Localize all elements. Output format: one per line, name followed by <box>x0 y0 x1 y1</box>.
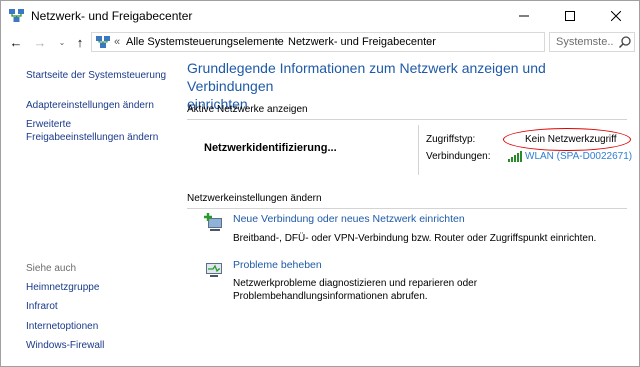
forward-button[interactable]: → <box>31 33 49 51</box>
setup-new-connection-description: Breitband-, DFÜ- oder VPN-Verbindung bzw… <box>233 233 597 244</box>
change-adapter-settings-link[interactable]: Adaptereinstellungen ändern <box>26 99 154 112</box>
navigation-bar: ← → ⌄ ↑ « Alle Systemsteuerungselemente … <box>1 31 639 53</box>
wlan-connection-link[interactable]: WLAN (SPA-D0022671) <box>525 151 632 162</box>
active-networks-heading: Aktive Netzwerke anzeigen <box>187 104 308 115</box>
setup-new-connection-link[interactable]: Neue Verbindung oder neues Netzwerk einr… <box>233 213 465 225</box>
troubleshoot-description-line2: Problembehandlungsinformationen abrufen. <box>233 291 428 302</box>
breadcrumb-separator-icon[interactable]: › <box>275 36 278 47</box>
windows-firewall-link[interactable]: Windows-Firewall <box>26 339 104 352</box>
search-placeholder: Systemste... <box>556 36 614 48</box>
network-info-divider <box>418 125 419 175</box>
up-button[interactable]: ↑ <box>71 33 89 51</box>
advanced-sharing-settings-link[interactable]: Erweiterte <box>26 118 71 131</box>
control-panel-icon <box>96 36 110 48</box>
advanced-sharing-settings-link-line2[interactable]: Freigabeeinstellungen ändern <box>26 131 158 144</box>
network-center-icon <box>9 9 24 22</box>
minimize-button[interactable] <box>501 1 547 31</box>
breadcrumb-separator-icon[interactable]: › <box>429 36 432 47</box>
network-name: Netzwerkidentifizierung... <box>204 142 337 154</box>
infrared-link[interactable]: Infrarot <box>26 300 58 313</box>
back-arrow-icon: ← <box>9 34 23 50</box>
up-arrow-icon: ↑ <box>76 34 84 50</box>
window-title: Netzwerk- und Freigabecenter <box>31 9 193 23</box>
internet-options-link[interactable]: Internetoptionen <box>26 320 98 333</box>
troubleshoot-link[interactable]: Probleme beheben <box>233 259 322 271</box>
back-button[interactable]: ← <box>7 33 25 51</box>
recent-locations-button[interactable]: ⌄ <box>53 33 71 51</box>
chevron-down-icon: ⌄ <box>58 37 66 47</box>
overflow-chevron-icon[interactable]: « <box>114 36 120 48</box>
title-bar: Netzwerk- und Freigabecenter <box>1 1 639 31</box>
breadcrumb-all-control-panel-items[interactable]: Alle Systemsteuerungselemente <box>126 36 284 48</box>
close-icon <box>611 11 621 21</box>
address-bar[interactable]: « Alle Systemsteuerungselemente › Netzwe… <box>91 32 630 52</box>
forward-arrow-icon: → <box>33 34 47 50</box>
section-divider <box>187 208 627 209</box>
homegroup-link[interactable]: Heimnetzgruppe <box>26 281 99 294</box>
search-input[interactable]: Systemste... <box>549 32 635 52</box>
change-settings-heading: Netzwerkeinstellungen ändern <box>187 193 322 204</box>
minimize-icon <box>519 15 529 17</box>
wifi-signal-icon <box>508 151 522 162</box>
search-icon <box>618 36 631 49</box>
see-also-heading: Siehe auch <box>26 263 77 274</box>
page-title-line1: Grundlegende Informationen zum Netzwerk … <box>187 60 546 94</box>
breadcrumb-network-center[interactable]: Netzwerk- und Freigabecenter <box>288 36 436 48</box>
troubleshoot-icon <box>206 263 222 277</box>
maximize-button[interactable] <box>547 1 593 31</box>
connections-label: Verbindungen: <box>426 151 491 162</box>
highlight-oval <box>503 128 631 151</box>
maximize-icon <box>565 11 575 21</box>
control-panel-home-link[interactable]: Startseite der Systemsteuerung <box>26 69 166 82</box>
window: Netzwerk- und Freigabecenter ← → ⌄ ↑ « A… <box>0 0 640 367</box>
access-type-label: Zugriffstyp: <box>426 134 476 145</box>
troubleshoot-description-line1: Netzwerkprobleme diagnostizieren und rep… <box>233 278 478 289</box>
close-button[interactable] <box>593 1 639 31</box>
new-connection-icon <box>204 213 222 231</box>
section-divider <box>187 119 627 120</box>
